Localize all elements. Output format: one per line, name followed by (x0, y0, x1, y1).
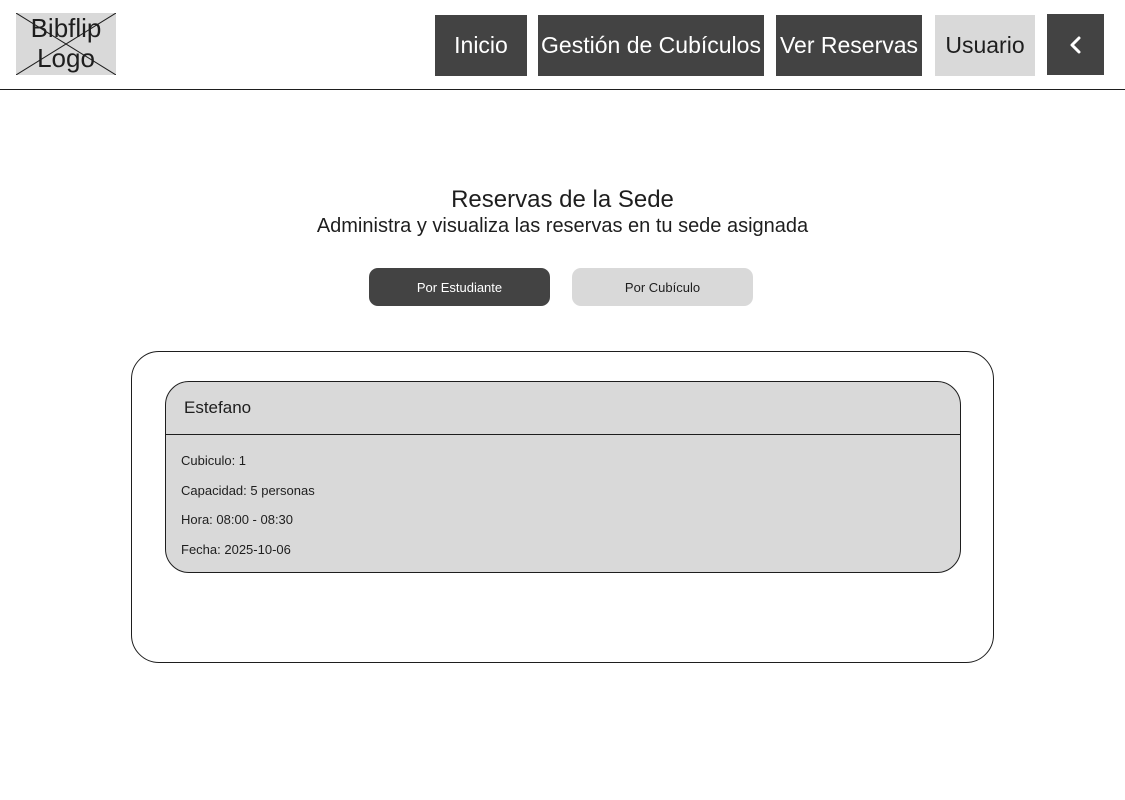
logo-text: Bibflip Logo (30, 13, 102, 73)
reservation-student-name: Estefano (166, 382, 960, 435)
reservation-details: Cubiculo: 1 Capacidad: 5 personas Hora: … (166, 435, 960, 557)
tab-por-estudiante[interactable]: Por Estudiante (369, 268, 550, 306)
reservation-card[interactable]: Estefano Cubiculo: 1 Capacidad: 5 person… (165, 381, 961, 573)
tab-por-cubiculo[interactable]: Por Cubículo (572, 268, 753, 306)
reservation-date: Fecha: 2025-10-06 (181, 542, 291, 558)
reservation-cubicle: Cubiculo: 1 (181, 453, 247, 468)
nav-usuario-button[interactable]: Usuario (935, 15, 1035, 76)
back-button[interactable] (1047, 14, 1104, 75)
nav-gestion-cubiculos-button[interactable]: Gestión de Cubículos (538, 15, 764, 76)
reservation-time: Hora: 08:00 - 08:30 (181, 512, 294, 528)
page-subtitle: Administra y visualiza las reservas en t… (316, 215, 809, 237)
chevron-left-icon (1070, 36, 1080, 53)
nav-ver-reservas-button[interactable]: Ver Reservas (776, 15, 922, 76)
nav-inicio-button[interactable]: Inicio (435, 15, 527, 76)
top-navbar: Bibflip Logo Inicio Gestión de Cubículos… (0, 0, 1125, 90)
page-title: Reservas de la Sede (451, 186, 674, 213)
logo-placeholder[interactable]: Bibflip Logo (16, 13, 116, 75)
page-heading: Reservas de la Sede Administra y visuali… (0, 186, 1125, 238)
reservation-capacity: Capacidad: 5 personas (181, 482, 315, 498)
